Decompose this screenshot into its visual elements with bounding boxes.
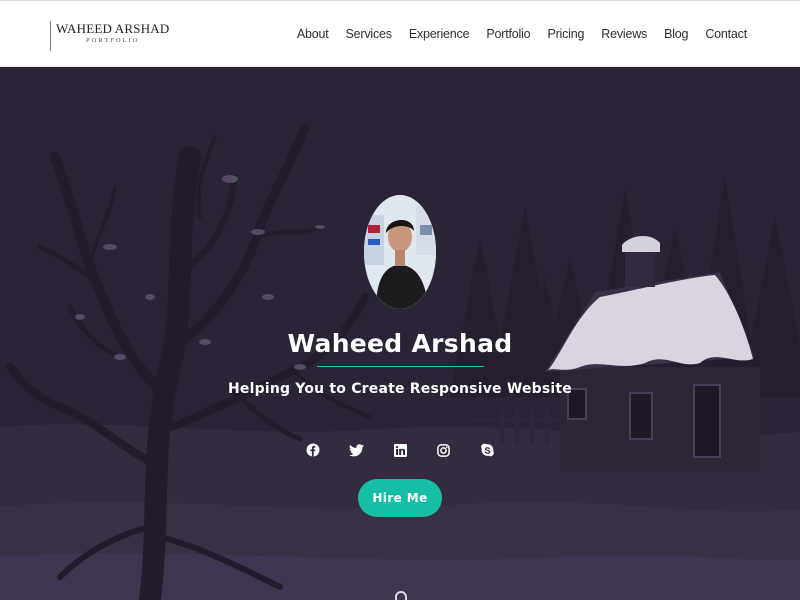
nav-item-reviews[interactable]: Reviews: [601, 27, 647, 41]
site-header: WAHEED ARSHAD PORTFOLIO About Services E…: [0, 0, 800, 67]
hero-name: Waheed Arshad: [287, 329, 513, 358]
nav-item-pricing[interactable]: Pricing: [547, 27, 584, 41]
profile-photo: [364, 195, 436, 309]
profile-avatar: [364, 195, 436, 309]
nav-item-blog[interactable]: Blog: [664, 27, 688, 41]
nav-item-portfolio[interactable]: Portfolio: [486, 27, 530, 41]
nav-item-services[interactable]: Services: [345, 27, 392, 41]
nav-item-experience[interactable]: Experience: [409, 27, 470, 41]
main-nav: About Services Experience Portfolio Pric…: [297, 27, 747, 41]
nav-item-about[interactable]: About: [297, 27, 329, 41]
brand-name: WAHEED ARSHAD: [56, 21, 170, 36]
twitter-icon[interactable]: [345, 441, 367, 459]
nav-item-contact[interactable]: Contact: [705, 27, 747, 41]
hero-tagline: Helping You to Create Responsive Website: [228, 381, 572, 397]
linkedin-icon[interactable]: [389, 441, 411, 459]
brand-logo[interactable]: WAHEED ARSHAD PORTFOLIO: [50, 21, 169, 51]
skype-icon[interactable]: [476, 441, 498, 459]
hire-me-button[interactable]: Hire Me: [358, 479, 442, 517]
name-underline: [317, 366, 484, 367]
scroll-down-indicator[interactable]: [395, 591, 407, 600]
instagram-icon[interactable]: [432, 441, 454, 459]
hero-section: Waheed Arshad Helping You to Create Resp…: [0, 67, 800, 600]
brand-subtitle: PORTFOLIO: [86, 37, 140, 44]
social-links: [302, 441, 498, 459]
facebook-icon[interactable]: [302, 441, 324, 459]
